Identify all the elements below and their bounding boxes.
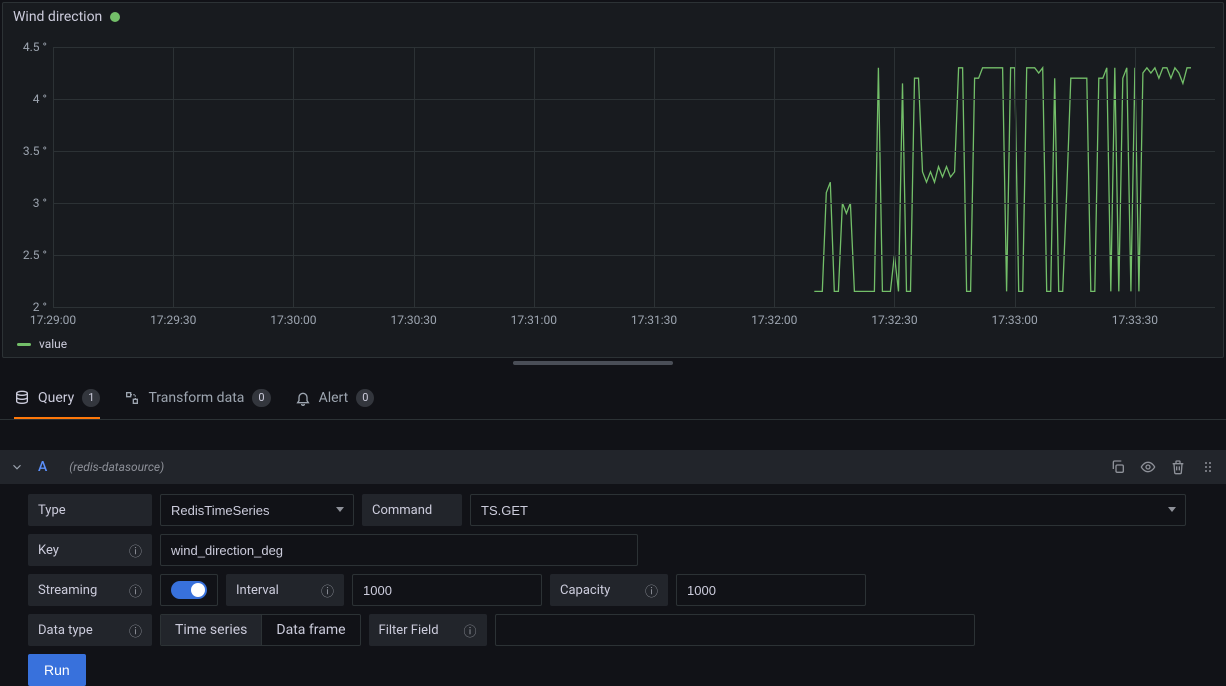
chart-panel: Wind direction 2 °2.5 °3 °3.5 °4 °4.5 ° … xyxy=(2,2,1224,358)
query-row-header[interactable]: A (redis-datasource) xyxy=(0,450,1226,484)
x-tick-label: 17:30:00 xyxy=(270,313,316,327)
horizontal-scrollbar[interactable] xyxy=(513,361,673,365)
chevron-down-icon[interactable] xyxy=(10,460,24,474)
label-type: Type xyxy=(28,494,152,526)
x-tick-label: 17:32:00 xyxy=(751,313,797,327)
y-tick-label: 4.5 ° xyxy=(23,40,47,54)
eye-icon[interactable] xyxy=(1140,459,1156,475)
chart-line-series xyxy=(53,47,1215,307)
info-icon[interactable]: ⓘ xyxy=(645,581,658,600)
info-icon[interactable]: ⓘ xyxy=(129,541,142,560)
label-capacity: Capacity ⓘ xyxy=(550,574,668,606)
x-tick-label: 17:33:00 xyxy=(992,313,1038,327)
command-select[interactable]: TS.GET xyxy=(470,494,1186,526)
query-row-actions xyxy=(1110,459,1216,475)
chart-plot-area[interactable] xyxy=(53,47,1215,307)
tab-alert-count: 0 xyxy=(356,389,374,407)
key-input[interactable] xyxy=(160,534,638,566)
x-tick-label: 17:29:30 xyxy=(150,313,196,327)
x-tick-label: 17:31:00 xyxy=(511,313,557,327)
tab-query[interactable]: Query 1 xyxy=(14,378,100,419)
tab-query-label: Query xyxy=(38,390,74,406)
x-axis: 17:29:0017:29:3017:30:0017:30:3017:31:00… xyxy=(53,309,1215,329)
x-tick-label: 17:33:30 xyxy=(1112,313,1158,327)
label-command: Command xyxy=(362,494,462,526)
streaming-toggle-wrap xyxy=(160,574,218,606)
tab-transform-count: 0 xyxy=(252,389,270,407)
datatype-dataframe[interactable]: Data frame xyxy=(261,615,359,645)
info-icon[interactable]: ⓘ xyxy=(321,581,334,600)
x-tick-label: 17:29:00 xyxy=(30,313,76,327)
query-ref-letter[interactable]: A xyxy=(38,459,47,475)
y-tick-label: 3.5 ° xyxy=(23,144,47,158)
interval-input[interactable] xyxy=(352,574,542,606)
query-row-a: A (redis-datasource) Type RedisTimeSerie… xyxy=(0,450,1226,686)
label-filterfield: Filter Field ⓘ xyxy=(369,614,487,646)
y-tick-label: 3 ° xyxy=(33,196,47,210)
y-tick-label: 2 ° xyxy=(33,300,47,314)
query-editor: Query 1 Transform data 0 Alert 0 A (redi… xyxy=(0,378,1226,686)
x-tick-label: 17:32:30 xyxy=(871,313,917,327)
tab-query-count: 1 xyxy=(82,389,100,407)
drag-handle-icon[interactable] xyxy=(1200,459,1216,475)
legend-swatch-icon xyxy=(17,343,31,346)
status-dot-icon xyxy=(110,12,120,22)
info-icon[interactable]: ⓘ xyxy=(129,621,142,640)
bell-icon xyxy=(295,390,311,406)
tab-transform-label: Transform data xyxy=(148,390,244,406)
run-button[interactable]: Run xyxy=(28,654,86,686)
datatype-segmented: Time series Data frame xyxy=(160,614,361,646)
datatype-timeseries[interactable]: Time series xyxy=(161,615,261,645)
tab-alert-label: Alert xyxy=(319,390,349,406)
legend-label: value xyxy=(39,337,67,351)
label-streaming: Streaming ⓘ xyxy=(28,574,152,606)
label-key: Key ⓘ xyxy=(28,534,152,566)
duplicate-icon[interactable] xyxy=(1110,459,1126,475)
transform-icon xyxy=(124,390,140,406)
tab-alert[interactable]: Alert 0 xyxy=(295,378,375,419)
trash-icon[interactable] xyxy=(1170,459,1186,475)
info-icon[interactable]: ⓘ xyxy=(464,621,477,640)
panel-title: Wind direction xyxy=(13,9,102,25)
type-select[interactable]: RedisTimeSeries xyxy=(160,494,354,526)
filter-field-input[interactable] xyxy=(495,614,975,646)
chart-legend[interactable]: value xyxy=(17,337,67,351)
capacity-input[interactable] xyxy=(676,574,866,606)
x-tick-label: 17:31:30 xyxy=(631,313,677,327)
x-tick-label: 17:30:30 xyxy=(390,313,436,327)
editor-tabs: Query 1 Transform data 0 Alert 0 xyxy=(0,378,1226,420)
y-tick-label: 2.5 ° xyxy=(23,248,47,262)
datasource-name: (redis-datasource) xyxy=(69,460,164,474)
panel-header[interactable]: Wind direction xyxy=(3,3,1223,31)
y-tick-label: 4 ° xyxy=(33,92,47,106)
y-axis: 2 °2.5 °3 °3.5 °4 °4.5 ° xyxy=(3,47,53,307)
info-icon[interactable]: ⓘ xyxy=(129,581,142,600)
tab-transform[interactable]: Transform data 0 xyxy=(124,378,270,419)
label-interval: Interval ⓘ xyxy=(226,574,344,606)
label-datatype: Data type ⓘ xyxy=(28,614,152,646)
database-icon xyxy=(14,390,30,406)
streaming-toggle[interactable] xyxy=(171,581,207,599)
